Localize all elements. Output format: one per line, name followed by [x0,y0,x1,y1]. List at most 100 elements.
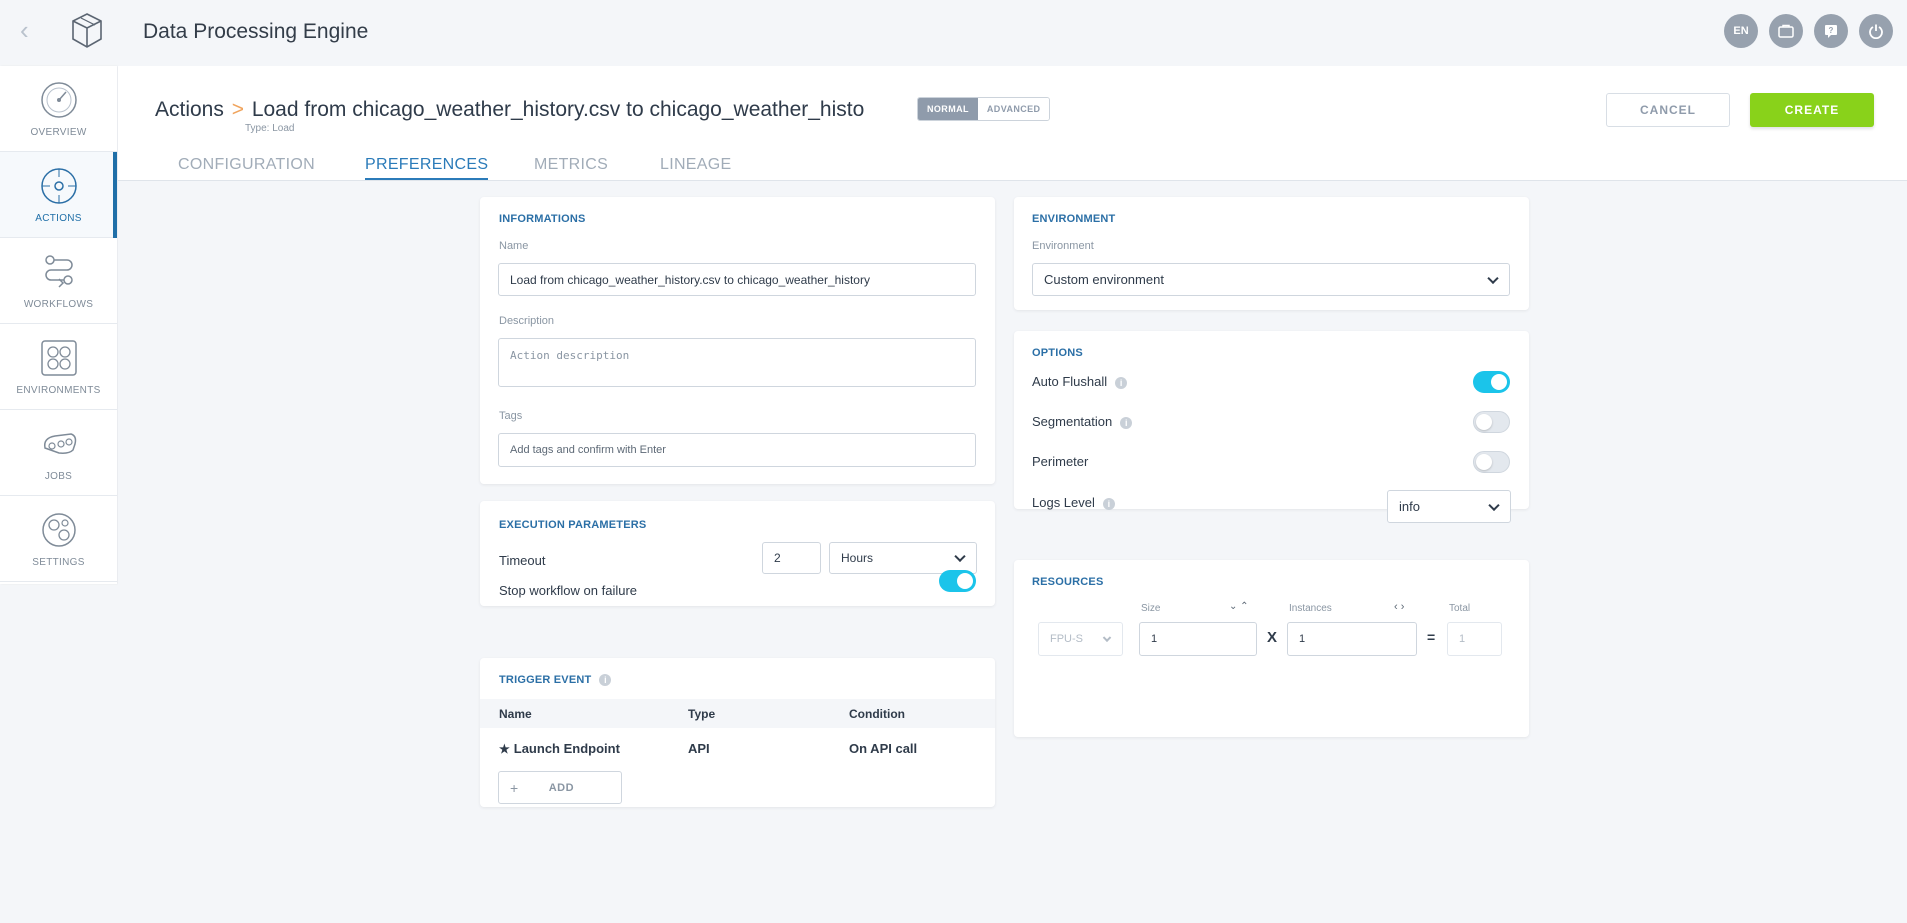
language-button[interactable]: EN [1724,14,1758,48]
back-chevron-icon[interactable]: ‹ [20,17,44,43]
mode-switch: NORMAL ADVANCED [917,97,1051,121]
trigger-table-header: Name Type Condition [480,699,995,728]
auto-flushall-toggle[interactable] [1473,371,1510,393]
sidebar-item-label: JOBS [44,471,73,482]
description-label: Description [499,315,555,327]
informations-card: INFORMATIONS Name Load from chicago_weat… [480,197,995,484]
resources-title: RESOURCES [1032,576,1104,588]
segmentation-label: Segmentation i [1032,414,1133,429]
size-label: Size [1141,603,1161,614]
chevron-down-icon [1488,499,1500,511]
instances-label: Instances [1289,603,1332,614]
breadcrumb-root[interactable]: Actions [155,98,224,121]
column-header-type: Type [688,707,716,721]
logs-level-label: Logs Level i [1032,495,1115,510]
environment-icon [40,340,77,376]
size-input[interactable]: 1 [1139,622,1257,656]
tab-configuration[interactable]: CONFIGURATION [178,156,315,178]
app-title: Data Processing Engine [143,20,369,43]
timeout-unit-value: Hours [841,551,874,565]
perimeter-label: Perimeter [1032,454,1089,469]
fpu-unit-value: FPU-S [1050,633,1083,645]
settings-gears-icon [41,513,76,547]
total-output: 1 [1447,622,1502,656]
chevron-down-icon [954,550,966,563]
sidebar-item-label: SETTINGS [32,557,85,568]
help-icon[interactable]: ? [1814,14,1848,48]
trigger-type-cell: API [688,741,710,756]
logs-level-select[interactable]: info [1387,490,1511,523]
main-content: Actions > Load from chicago_weather_hist… [118,66,1907,923]
briefcase-icon[interactable] [1769,14,1803,48]
name-label: Name [499,240,529,252]
action-type: Type: Load [245,123,295,134]
tab-metrics[interactable]: METRICS [534,156,608,178]
info-icon[interactable]: i [1102,497,1115,510]
tab-lineage[interactable]: LINEAGE [660,156,731,178]
target-icon [40,168,77,204]
info-icon[interactable]: i [1120,416,1133,429]
sidebar-item-environments[interactable]: ENVIRONMENTS [0,324,117,410]
trigger-title: TRIGGER EVENT i [499,674,612,687]
environment-select[interactable]: Custom environment [1032,263,1510,296]
environment-title: ENVIRONMENT [1032,213,1116,225]
sidebar-item-label: OVERVIEW [30,127,87,138]
description-textarea[interactable]: Action description [498,338,976,387]
breadcrumb-separator: > [231,98,244,121]
jobs-gears-icon [43,433,76,454]
timeout-input[interactable]: 2 [762,542,821,574]
name-input[interactable]: Load from chicago_weather_history.csv to… [498,263,976,296]
environment-value: Custom environment [1044,272,1164,287]
mode-normal-button[interactable]: NORMAL [918,98,978,120]
chevron-down-icon [1487,272,1499,284]
stop-workflow-toggle[interactable] [939,570,976,592]
sidebar-item-workflows[interactable]: WORKFLOWS [0,238,117,324]
segmentation-toggle[interactable] [1473,411,1510,433]
auto-flushall-label: Auto Flushall i [1032,374,1128,389]
cancel-button[interactable]: CANCEL [1606,93,1730,127]
trigger-name-cell: ★ Launch Endpoint [499,741,620,756]
add-trigger-button[interactable]: + ADD [498,771,622,804]
page-header: Actions > Load from chicago_weather_hist… [118,66,1907,181]
plus-icon: + [510,779,519,796]
size-stepper-icons[interactable]: ⌄ ⌃ [1229,601,1249,612]
informations-title: INFORMATIONS [499,213,586,225]
create-button[interactable]: CREATE [1750,93,1874,127]
column-header-condition: Condition [849,707,905,721]
options-card: OPTIONS Auto Flushall i Segmentation i Per… [1014,331,1529,523]
total-label: Total [1449,603,1471,614]
top-bar: ‹ Data Processing Engine EN ? [0,0,1907,64]
power-icon[interactable] [1859,14,1893,48]
environment-card: ENVIRONMENT Environment Custom environme… [1014,197,1529,310]
star-icon: ★ [499,742,510,756]
timeout-label: Timeout [499,553,546,568]
mode-advanced-button[interactable]: ADVANCED [977,98,1050,120]
trigger-card: TRIGGER EVENT i Name Type Condition ★ Laun… [480,658,995,807]
execution-title: EXECUTION PARAMETERS [499,519,647,531]
info-icon[interactable]: i [599,674,612,687]
column-header-name: Name [499,707,532,721]
fpu-unit-select[interactable]: FPU-S [1038,622,1123,656]
instances-stepper-icons[interactable]: ‹ › [1394,601,1404,613]
resources-card: RESOURCES Size ⌄ ⌃ Instances ‹ › Total F… [1014,560,1529,737]
gauge-icon [40,82,77,118]
tags-input[interactable]: Add tags and confirm with Enter [498,433,976,467]
equals-sign: = [1427,629,1436,645]
tab-bar: CONFIGURATION PREFERENCES METRICS LINEAG… [118,156,1907,181]
cube-logo-icon [72,13,102,48]
sidebar-item-jobs[interactable]: JOBS [0,410,117,496]
sidebar: OVERVIEW ACTIONS WORKFLOWS ENVIRONMENTS … [0,66,117,584]
sidebar-item-label: ACTIONS [35,213,82,224]
breadcrumb: Actions > Load from chicago_weather_hist… [155,98,864,122]
sidebar-item-actions[interactable]: ACTIONS [0,152,117,238]
tab-preferences[interactable]: PREFERENCES [365,156,489,180]
perimeter-toggle[interactable] [1473,451,1510,473]
sidebar-item-settings[interactable]: SETTINGS [0,496,117,582]
execution-card: EXECUTION PARAMETERS Timeout 2 Hours Sto… [480,501,995,606]
instances-input[interactable]: 1 [1287,622,1417,656]
environment-label: Environment [1032,240,1094,252]
sidebar-item-overview[interactable]: OVERVIEW [0,66,117,152]
info-icon[interactable]: i [1115,376,1128,389]
chevron-down-icon [1102,633,1112,643]
sidebar-item-label: ENVIRONMENTS [16,385,101,396]
